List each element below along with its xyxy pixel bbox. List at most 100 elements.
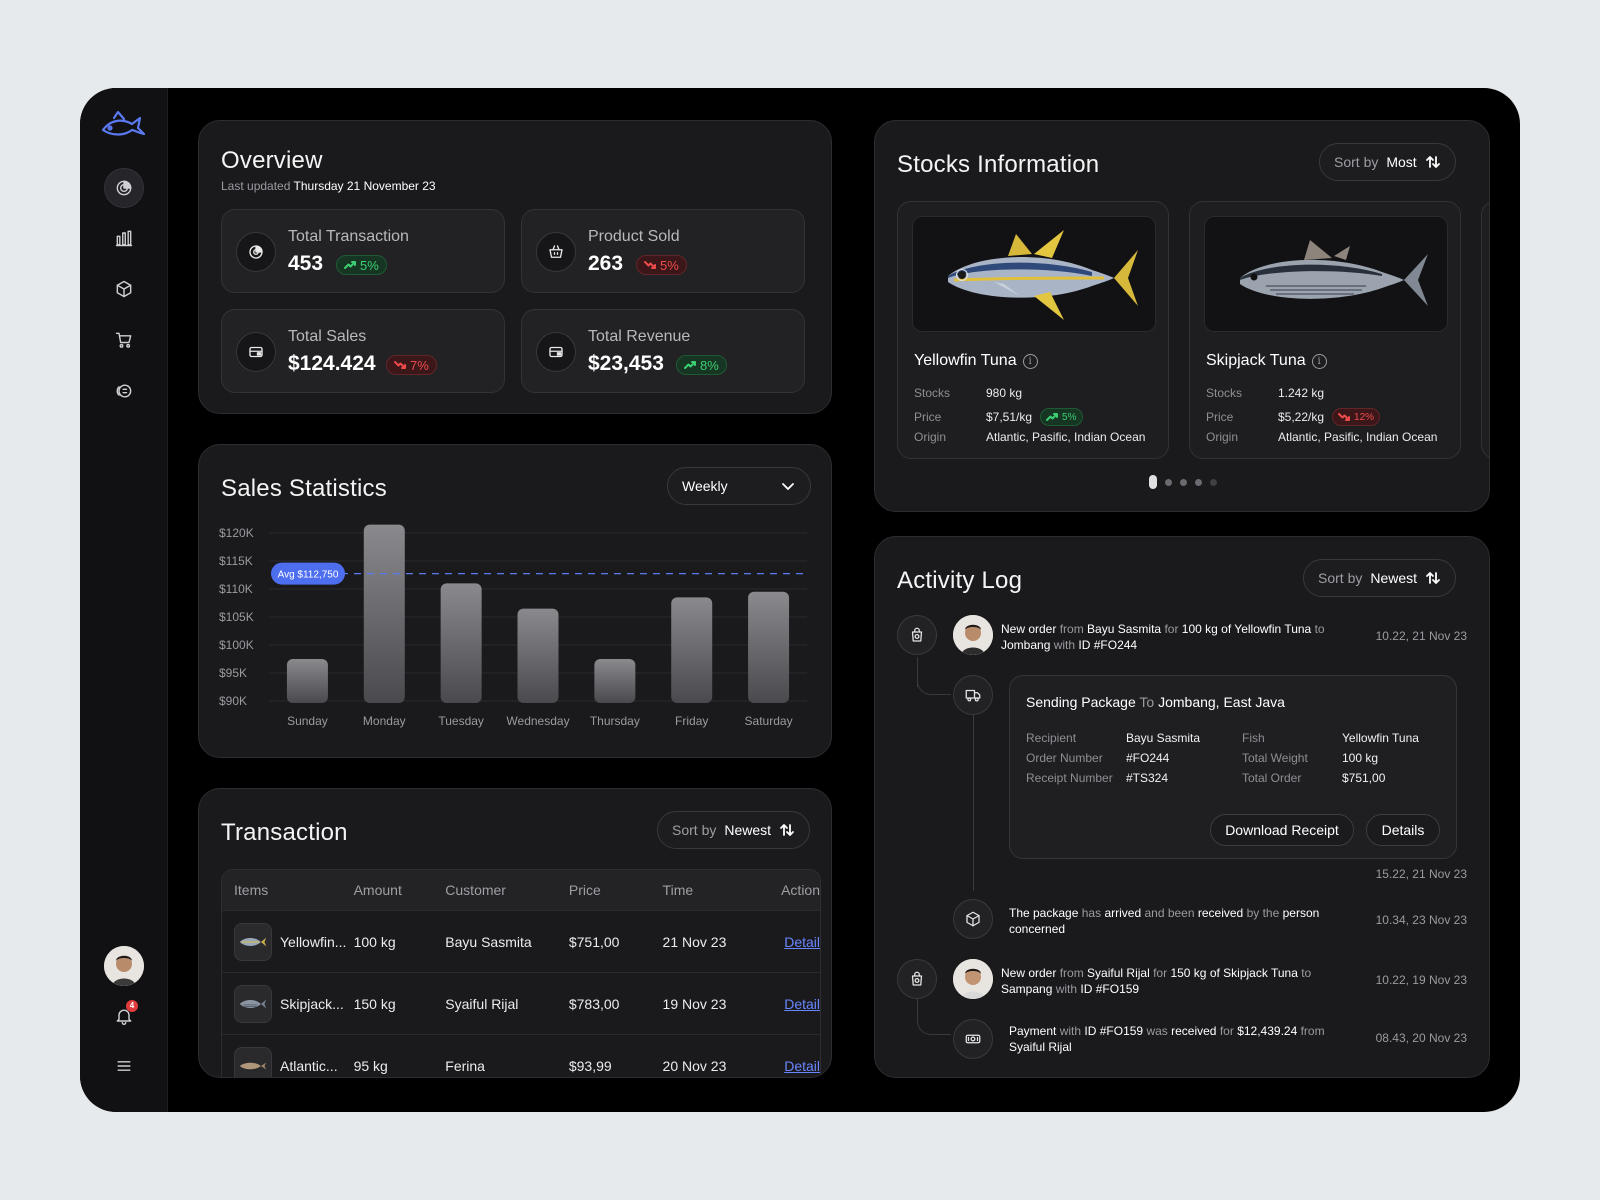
detail-value: Yellowfin Tuna: [1342, 731, 1419, 745]
activity-new-order-1: New order from Bayu Sasmita for 100 kg o…: [1001, 621, 1341, 653]
stock-name: Skipjack Tuna i: [1206, 352, 1327, 370]
sort-value: Newest: [1370, 570, 1418, 586]
detail-link[interactable]: Detail: [784, 1058, 820, 1074]
sales-bar-chart: $120K $115K $110K $105K $100K $95K $90K Sunday M…: [219, 524, 807, 728]
y-tick-label: $95K: [219, 666, 247, 680]
text-part: New order: [1001, 966, 1057, 980]
detail-label: Receipt Number: [1026, 771, 1113, 785]
trend-value: 5%: [1062, 411, 1077, 423]
chart-icon[interactable]: [104, 218, 144, 258]
stock-row-origin: Origin Atlantic, Pasific, Indian Ocean: [914, 430, 1145, 444]
hamburger-icon[interactable]: [104, 1046, 144, 1086]
text-part: ID #FO159: [1084, 1024, 1144, 1038]
y-tick-label: $90K: [219, 694, 247, 708]
stock-card-yellowfin[interactable]: Yellowfin Tuna i Stocks 980 kg Price $7,51…: [897, 201, 1169, 459]
trend-badge: 7%: [386, 355, 437, 375]
dashboard-icon[interactable]: [104, 168, 144, 208]
x-tick-label: Tuesday: [438, 714, 484, 728]
carousel-dot[interactable]: [1165, 478, 1172, 486]
details-button[interactable]: Details: [1366, 814, 1440, 846]
stat-card-total-sales[interactable]: Total Sales $124.424 7%: [221, 309, 505, 393]
stat-card-total-revenue[interactable]: Total Revenue $23,453 8%: [521, 309, 805, 393]
cart-icon[interactable]: [104, 320, 144, 360]
col-action: Action: [781, 882, 821, 898]
package-title: Sending Package To Jombang, East Java: [1026, 694, 1285, 710]
col-price: Price: [568, 882, 601, 898]
y-tick-label: $120K: [219, 526, 254, 540]
text-part: to: [1301, 966, 1312, 980]
stock-card-peek[interactable]: [1481, 201, 1489, 459]
price-label: Price: [914, 410, 942, 424]
table-header: Items Amount Customer Price Time Action: [222, 870, 820, 910]
cash-icon: [236, 332, 276, 372]
x-tick-label: Sunday: [287, 714, 328, 728]
stocks-label: Stocks: [1206, 386, 1243, 400]
detail-value: $751,00: [1342, 771, 1386, 785]
skipjack-tuna-image: [1204, 216, 1448, 332]
info-icon[interactable]: i: [1022, 353, 1038, 369]
stocks-sort-button[interactable]: Sort by Most: [1319, 143, 1456, 181]
stock-row-price: Price $5,22/kg 12%: [1206, 408, 1381, 426]
trend-value: 8%: [700, 357, 719, 373]
carousel-dot[interactable]: [1195, 478, 1202, 486]
price: $93,99: [568, 1057, 612, 1074]
wallet-icon[interactable]: [104, 371, 144, 411]
stat-value: 453: [288, 252, 324, 275]
carousel-dot[interactable]: [1149, 475, 1157, 489]
stocks-panel: Stocks Information Sort by Most Yellowfi…: [874, 120, 1490, 512]
fish-logo-icon[interactable]: [100, 108, 148, 140]
amount: 100 kg: [353, 933, 396, 950]
truck-icon: [953, 675, 993, 715]
transaction-sort-button[interactable]: Sort by Newest: [657, 811, 811, 849]
item-name: Yellowfin...: [280, 933, 347, 950]
amount: 150 kg: [353, 995, 396, 1012]
price: $751,00: [568, 933, 620, 950]
time: 21 Nov 23: [662, 933, 727, 950]
activity-sort-button[interactable]: Sort by Newest: [1303, 559, 1457, 597]
sales-title: Sales Statistics: [221, 475, 387, 502]
col-amount: Amount: [353, 882, 402, 898]
stock-name-text: Yellowfin Tuna: [914, 352, 1017, 369]
text-part: arrived: [1104, 906, 1142, 920]
period-dropdown[interactable]: Weekly: [667, 467, 811, 505]
text-part: Payment: [1009, 1024, 1057, 1038]
y-tick-label: $115K: [219, 554, 253, 568]
user-avatar[interactable]: [104, 946, 144, 986]
download-receipt-button[interactable]: Download Receipt: [1210, 814, 1354, 846]
stat-card-total-transaction[interactable]: Total Transaction 453 5%: [221, 209, 505, 293]
text-part: New order: [1001, 622, 1057, 636]
stock-card-skipjack[interactable]: Skipjack Tuna i Stocks 1.242 kg Price $5,2…: [1189, 201, 1461, 459]
text-part: Syaiful Rijal: [1087, 966, 1150, 980]
table-row: Atlantic... 95 kg Ferina $93,99 20 Nov 2…: [222, 1034, 820, 1077]
origin-label: Origin: [1206, 430, 1239, 444]
bell-icon[interactable]: 4: [104, 996, 144, 1036]
detail-link[interactable]: Detail: [784, 934, 820, 950]
detail-label: Order Number: [1026, 751, 1103, 765]
sales-statistics-panel: Sales Statistics Weekly $120K $115K $110K $…: [198, 444, 832, 758]
stat-label: Total Sales: [288, 328, 367, 345]
detail-link[interactable]: Detail: [784, 996, 820, 1012]
info-icon[interactable]: i: [1311, 353, 1327, 369]
text-part: by the: [1246, 906, 1280, 920]
stat-card-product-sold[interactable]: Product Sold 263 5%: [521, 209, 805, 293]
cash-icon: [536, 332, 576, 372]
timeline-connector: [973, 715, 974, 891]
col-time: Time: [662, 882, 694, 898]
text-part: Sending Package: [1026, 694, 1136, 710]
target-icon: [236, 232, 276, 272]
carousel-dot[interactable]: [1210, 478, 1217, 486]
stocks-title: Stocks Information: [897, 151, 1100, 178]
detail-label: Recipient: [1026, 731, 1077, 745]
carousel-dot[interactable]: [1180, 478, 1187, 486]
activity-time: 10.22, 19 Nov 23: [1375, 973, 1467, 987]
timeline-connector: [917, 667, 951, 695]
text-part: with: [1053, 638, 1076, 652]
customer-avatar: [953, 959, 993, 999]
fish-thumbnail: [234, 1046, 272, 1077]
basket-icon: [536, 232, 576, 272]
stat-value: $23,453: [588, 352, 664, 375]
text-part: ID #FO159: [1080, 982, 1140, 996]
sort-value: Most: [1386, 154, 1417, 170]
x-tick-label: Wednesday: [506, 714, 569, 728]
box-icon[interactable]: [104, 269, 144, 309]
